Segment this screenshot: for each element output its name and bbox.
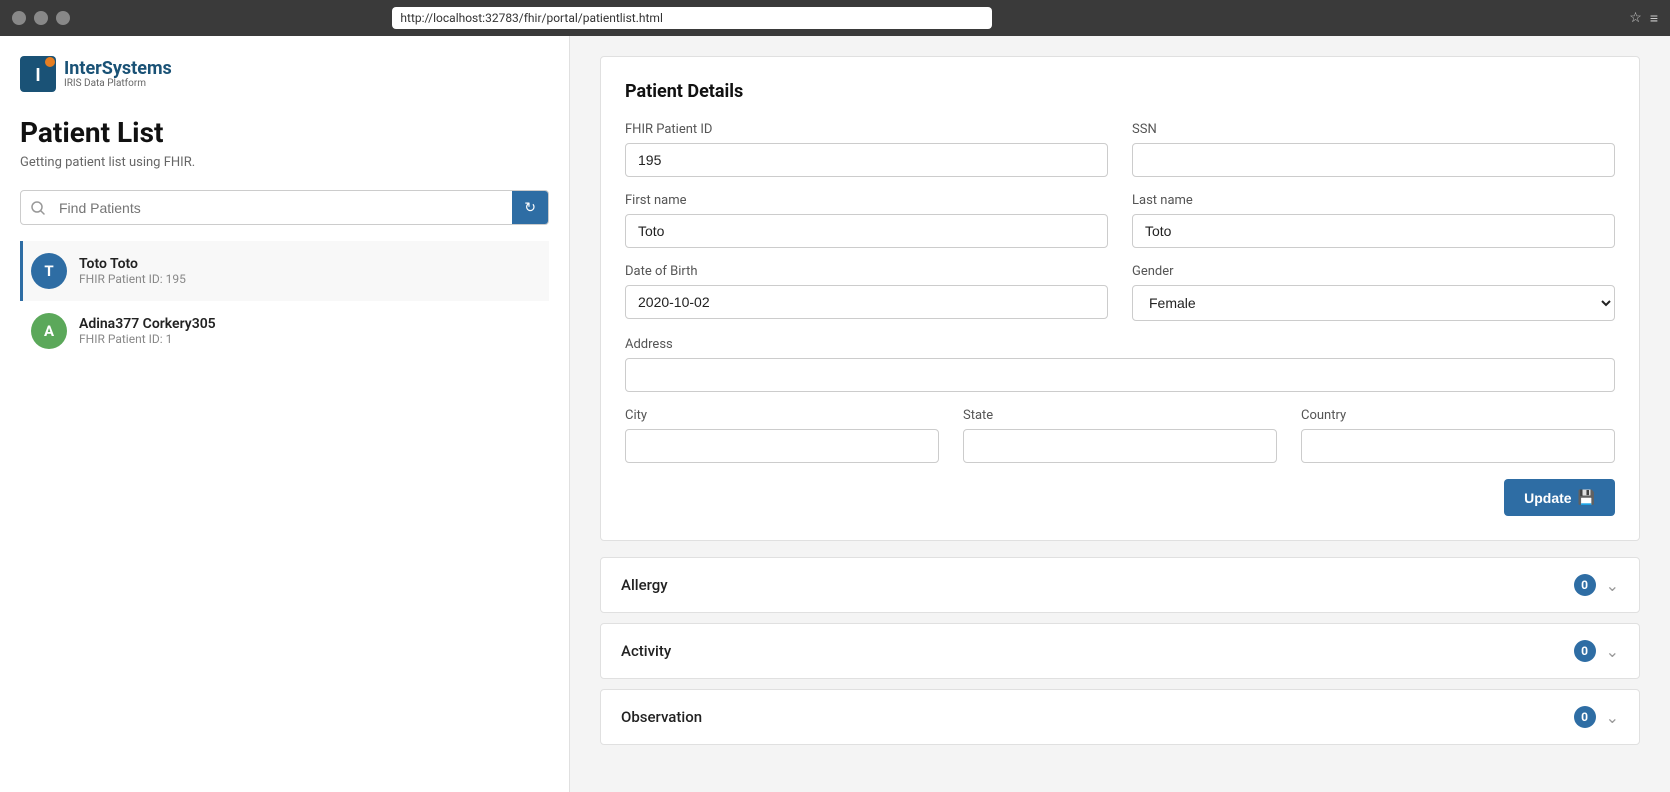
lastname-label: Last name xyxy=(1132,193,1615,208)
state-label: State xyxy=(963,408,1277,423)
back-button[interactable] xyxy=(12,11,26,25)
patient-details-card: Patient Details FHIR Patient ID SSN Firs… xyxy=(600,56,1640,541)
form-group-country: Country xyxy=(1301,408,1615,463)
collapsible-right: 0 ⌄ xyxy=(1574,574,1619,596)
form-group-lastname: Last name xyxy=(1132,193,1615,248)
browser-toolbar: ☆ ≡ xyxy=(1629,10,1658,27)
search-icon xyxy=(21,193,55,223)
chevron-down-icon: ⌄ xyxy=(1606,576,1619,595)
fhir-id-label: FHIR Patient ID xyxy=(625,122,1108,137)
collapsible-title: Observation xyxy=(621,708,702,726)
address-bar[interactable]: http://localhost:32783/fhir/portal/patie… xyxy=(392,7,992,29)
lastname-input[interactable] xyxy=(1132,214,1615,248)
svg-text:I: I xyxy=(35,65,40,85)
patient-avatar: T xyxy=(31,253,67,289)
url-text: http://localhost:32783/fhir/portal/patie… xyxy=(400,11,662,25)
city-label: City xyxy=(625,408,939,423)
brand-name: InterSystems xyxy=(64,59,172,79)
chevron-down-icon: ⌄ xyxy=(1606,708,1619,727)
brand-text: InterSystems IRIS Data Platform xyxy=(64,59,172,90)
fhir-id-input[interactable] xyxy=(625,143,1108,177)
dob-input[interactable] xyxy=(625,285,1108,319)
reload-button[interactable] xyxy=(56,11,70,25)
patient-avatar: A xyxy=(31,313,67,349)
collapsible-title: Activity xyxy=(621,642,671,660)
collapsible-right: 0 ⌄ xyxy=(1574,706,1619,728)
count-badge: 0 xyxy=(1574,706,1596,728)
form-group-state: State xyxy=(963,408,1277,463)
form-group-fhir-id: FHIR Patient ID xyxy=(625,122,1108,177)
count-badge: 0 xyxy=(1574,574,1596,596)
address-label: Address xyxy=(625,337,1615,352)
brand-logo-icon: I xyxy=(20,56,56,92)
patient-name: Adina377 Corkery305 xyxy=(79,316,216,332)
menu-icon: ≡ xyxy=(1650,10,1658,27)
city-input[interactable] xyxy=(625,429,939,463)
collapsible-sections: Allergy 0 ⌄ Activity 0 ⌄ Observation 0 ⌄ xyxy=(600,557,1640,745)
form-group-city: City xyxy=(625,408,939,463)
ssn-input[interactable] xyxy=(1132,143,1615,177)
gender-label: Gender xyxy=(1132,264,1615,279)
sidebar: I InterSystems IRIS Data Platform Patien… xyxy=(0,36,570,792)
form-row-names: First name Last name xyxy=(625,193,1615,248)
form-actions: Update 💾 xyxy=(625,479,1615,516)
patient-info: Toto Toto FHIR Patient ID: 195 xyxy=(79,256,186,286)
refresh-button[interactable]: ↻ xyxy=(512,191,548,224)
patient-list-item[interactable]: A Adina377 Corkery305 FHIR Patient ID: 1 xyxy=(20,301,549,361)
firstname-label: First name xyxy=(625,193,1108,208)
form-row-id-ssn: FHIR Patient ID SSN xyxy=(625,122,1615,177)
chevron-down-icon: ⌄ xyxy=(1606,642,1619,661)
address-input[interactable] xyxy=(625,358,1615,392)
form-group-dob: Date of Birth xyxy=(625,264,1108,321)
main-content: Patient Details FHIR Patient ID SSN Firs… xyxy=(570,36,1670,792)
page-title: Patient List xyxy=(20,116,549,149)
collapsible-title: Allergy xyxy=(621,576,668,594)
brand: I InterSystems IRIS Data Platform xyxy=(20,56,549,92)
gender-select[interactable]: FemaleMaleOtherUnknown xyxy=(1132,285,1615,321)
collapsible-activity[interactable]: Activity 0 ⌄ xyxy=(600,623,1640,679)
page-subtitle: Getting patient list using FHIR. xyxy=(20,155,549,170)
patient-fhir-id: FHIR Patient ID: 195 xyxy=(79,272,186,286)
collapsible-allergy[interactable]: Allergy 0 ⌄ xyxy=(600,557,1640,613)
dob-label: Date of Birth xyxy=(625,264,1108,279)
search-input[interactable] xyxy=(55,192,512,224)
form-row-address: Address xyxy=(625,337,1615,392)
form-row-city-state-country: City State Country xyxy=(625,408,1615,463)
firstname-input[interactable] xyxy=(625,214,1108,248)
form-group-gender: Gender FemaleMaleOtherUnknown xyxy=(1132,264,1615,321)
form-group-address: Address xyxy=(625,337,1615,392)
update-button[interactable]: Update 💾 xyxy=(1504,479,1615,516)
state-input[interactable] xyxy=(963,429,1277,463)
form-row-dob-gender: Date of Birth Gender FemaleMaleOtherUnkn… xyxy=(625,264,1615,321)
patient-fhir-id: FHIR Patient ID: 1 xyxy=(79,332,216,346)
patient-list: T Toto Toto FHIR Patient ID: 195 A Adina… xyxy=(20,241,549,361)
card-title: Patient Details xyxy=(625,81,1615,102)
patient-list-item[interactable]: T Toto Toto FHIR Patient ID: 195 xyxy=(20,241,549,301)
patient-name: Toto Toto xyxy=(79,256,186,272)
bookmark-icon: ☆ xyxy=(1629,10,1642,27)
patient-info: Adina377 Corkery305 FHIR Patient ID: 1 xyxy=(79,316,216,346)
search-bar: ↻ xyxy=(20,190,549,225)
forward-button[interactable] xyxy=(34,11,48,25)
form-group-ssn: SSN xyxy=(1132,122,1615,177)
collapsible-right: 0 ⌄ xyxy=(1574,640,1619,662)
count-badge: 0 xyxy=(1574,640,1596,662)
browser-chrome: http://localhost:32783/fhir/portal/patie… xyxy=(0,0,1670,36)
brand-sub: IRIS Data Platform xyxy=(64,78,172,89)
collapsible-observation[interactable]: Observation 0 ⌄ xyxy=(600,689,1640,745)
save-icon: 💾 xyxy=(1578,489,1595,506)
refresh-icon: ↻ xyxy=(524,199,536,216)
country-input[interactable] xyxy=(1301,429,1615,463)
country-label: Country xyxy=(1301,408,1615,423)
update-label: Update xyxy=(1524,490,1571,506)
form-group-firstname: First name xyxy=(625,193,1108,248)
ssn-label: SSN xyxy=(1132,122,1615,137)
